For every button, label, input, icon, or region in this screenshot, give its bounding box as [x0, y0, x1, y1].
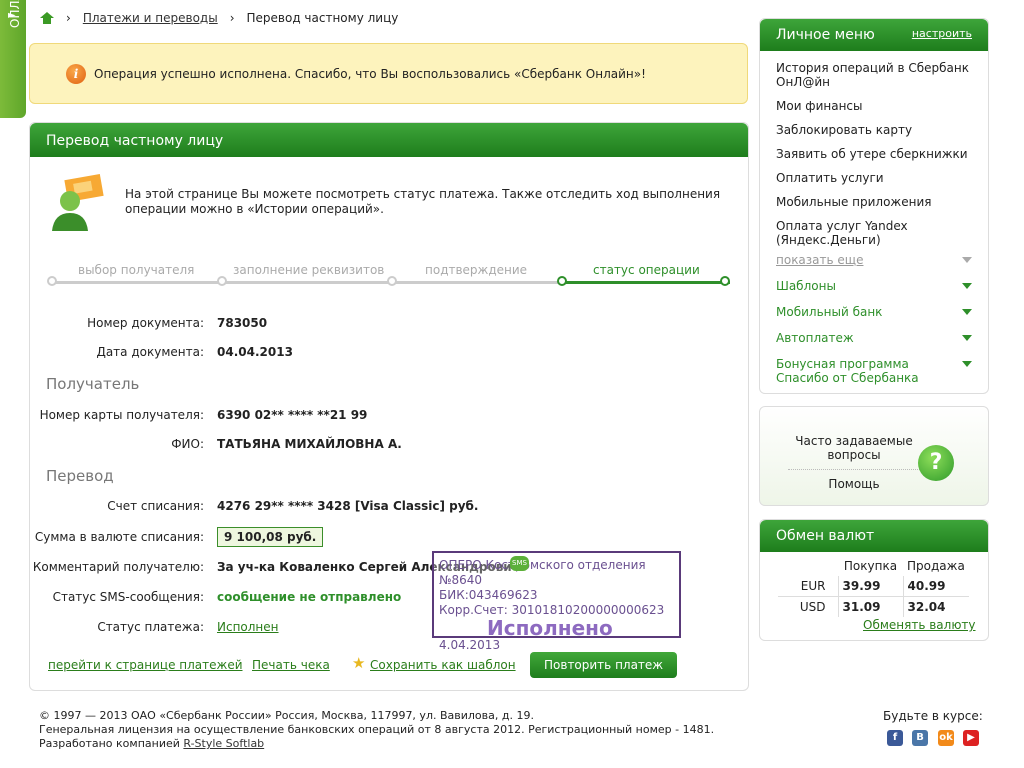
fx-table: Покупка Продажа EUR 39.99 40.99 USD 31.09 32.… — [778, 556, 969, 617]
breadcrumb: › Платежи и переводы › Перевод частному л… — [40, 11, 398, 25]
star-icon: ★ — [352, 654, 366, 672]
personal-menu: Личное меню настроить История операций в … — [759, 18, 989, 394]
panel-title: Перевод частному лицу — [30, 123, 748, 157]
youtube-icon[interactable]: ▶ — [963, 730, 979, 746]
menu-group-mobile-bank[interactable]: Мобильный банк — [760, 305, 988, 320]
faq-box: Часто задаваемые вопросы Помощь ? — [759, 406, 989, 506]
doc-date-row: Дата документа: 04.04.2013 — [96, 345, 293, 359]
breadcrumb-current: Перевод частному лицу — [246, 11, 399, 25]
transfer-heading: Перевод — [46, 467, 114, 485]
help-link[interactable]: Помощь — [784, 477, 924, 491]
step-2: заполнение реквизитов — [233, 263, 385, 277]
menu-title: Личное меню — [776, 27, 875, 43]
breadcrumb-payments-link[interactable]: Платежи и переводы — [83, 11, 218, 25]
chevron-right-icon: › — [66, 11, 71, 25]
account-row: Счет списания: 4276 29** **** 3428 [Visa … — [107, 499, 479, 513]
configure-link[interactable]: настроить — [912, 27, 972, 43]
menu-item-block-card[interactable]: Заблокировать карту — [760, 123, 988, 137]
menu-group-bonus[interactable]: Бонусная программа Спасибо от Сбербанка — [760, 357, 988, 385]
question-icon[interactable]: ? — [918, 445, 954, 481]
vkontakte-icon[interactable]: В — [912, 730, 928, 746]
menu-item-lost-book[interactable]: Заявить об утере сберкнижки — [760, 147, 988, 161]
exchange-currency-link[interactable]: Обменять валюту — [863, 618, 976, 632]
faq-title[interactable]: Часто задаваемые вопросы — [784, 434, 924, 462]
pay-tab-label: ОПЛАТИТЬ — [8, 0, 22, 28]
print-receipt-link[interactable]: Печать чека — [252, 658, 330, 672]
developer-link[interactable]: R-Style Softlab — [183, 737, 264, 750]
triangle-down-icon — [962, 361, 972, 372]
info-icon: i — [66, 63, 86, 84]
step-4-active: статус операции — [593, 263, 700, 277]
menu-item-yandex[interactable]: Оплата услуг Yandex (Яндекс.Деньги) — [760, 219, 988, 247]
menu-group-templates[interactable]: Шаблоны — [760, 279, 988, 294]
triangle-down-icon — [962, 335, 972, 346]
doc-number-row: Номер документа: 783050 — [87, 316, 268, 330]
follow-label: Будьте в курсе: — [883, 709, 983, 723]
menu-item-history[interactable]: История операций в Сбербанк ОнЛ@йн — [760, 61, 988, 89]
sum-row: Сумма в валюте списания: 9 100,08 руб. — [30, 527, 730, 547]
bank-stamp: SMS ОПЕРО Костромского отделения №8640 БИ… — [432, 551, 681, 652]
footer: © 1997 — 2013 ОАО «Сбербанк России» Росс… — [39, 709, 715, 750]
intro-text: На этой странице Вы можете посмотреть ст… — [125, 187, 721, 216]
step-3: подтверждение — [425, 263, 528, 277]
save-template-link[interactable]: Сохранить как шаблон — [370, 658, 516, 672]
fx-title: Обмен валют — [776, 528, 875, 544]
card-row: Номер карты получателя: 6390 02** **** **… — [39, 408, 368, 422]
menu-group-autopay[interactable]: Автоплатеж — [760, 331, 988, 346]
progress-steps: выбор получателя заполнение реквизитов п… — [47, 263, 730, 293]
home-icon[interactable] — [40, 12, 54, 24]
pay-side-tab[interactable]: ►ОПЛАТИТЬ — [0, 0, 26, 118]
status-link[interactable]: Исполнен — [217, 620, 279, 634]
recipient-heading: Получатель — [46, 375, 140, 393]
menu-item-mobile-apps[interactable]: Мобильные приложения — [760, 195, 988, 209]
success-alert: i Операция успешно исполнена. Спасибо, чт… — [29, 43, 748, 104]
fio-row: ФИО: ТАТЬЯНА МИХАЙЛОВНА А. — [171, 437, 402, 451]
repeat-payment-button[interactable]: Повторить платеж — [530, 652, 678, 678]
triangle-down-icon — [962, 283, 972, 294]
sms-badge: SMS — [510, 556, 529, 571]
chevron-right-icon: › — [229, 11, 235, 25]
facebook-icon[interactable]: f — [887, 730, 903, 746]
alert-text: Операция успешно исполнена. Спасибо, что… — [94, 66, 646, 81]
menu-item-finances[interactable]: Мои финансы — [760, 99, 988, 113]
odnoklassniki-icon[interactable]: ok — [938, 730, 954, 746]
show-more[interactable]: показать еще — [760, 253, 988, 268]
triangle-down-icon — [962, 309, 972, 320]
currency-exchange: Обмен валют Покупка Продажа EUR 39.99 40.99… — [759, 519, 989, 641]
payments-page-link[interactable]: перейти к странице платежей — [48, 658, 243, 672]
person-money-icon — [52, 174, 104, 231]
menu-item-pay-services[interactable]: Оплатить услуги — [760, 171, 988, 185]
step-1: выбор получателя — [78, 263, 195, 277]
